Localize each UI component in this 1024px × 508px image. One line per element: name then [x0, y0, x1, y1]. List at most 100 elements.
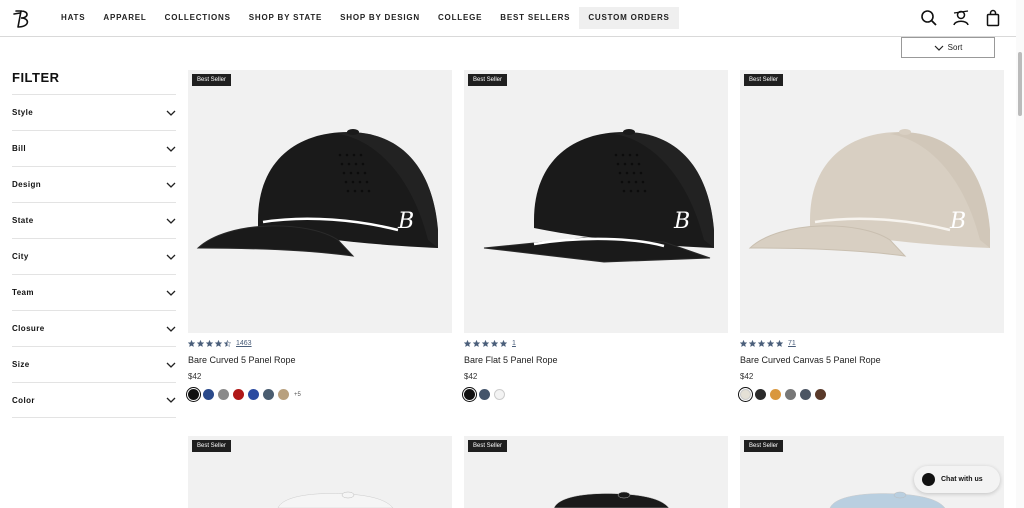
product-image[interactable]: B Best Seller	[188, 70, 452, 333]
filter-state[interactable]: State	[12, 202, 176, 238]
color-swatch[interactable]	[479, 389, 490, 400]
bag-icon[interactable]	[984, 9, 1002, 27]
filter-design[interactable]: Design	[12, 166, 176, 202]
filter-label: Bill	[12, 144, 27, 153]
page-scrollbar[interactable]	[1016, 0, 1024, 508]
color-swatch[interactable]	[785, 389, 796, 400]
nav-item-apparel[interactable]: APPAREL	[94, 7, 155, 29]
chevron-down-icon	[166, 182, 176, 188]
svg-text:B: B	[949, 209, 966, 234]
color-swatches: +5	[188, 389, 301, 400]
main-nav: HATS APPAREL COLLECTIONS SHOP BY STATE SHOP …	[52, 7, 679, 29]
product-image[interactable]	[464, 436, 728, 508]
svg-text:B: B	[673, 209, 690, 234]
top-navigation: HATS APPAREL COLLECTIONS SHOP BY STATE SHOP …	[0, 0, 1016, 37]
star-icon	[767, 340, 774, 347]
star-icon	[188, 340, 195, 347]
product-image[interactable]: B Best Seller	[464, 70, 728, 333]
sort-label: Sort	[947, 43, 963, 52]
color-swatch[interactable]	[263, 389, 274, 400]
chevron-down-icon	[166, 218, 176, 224]
scrollbar-thumb[interactable]	[1018, 52, 1022, 116]
color-swatches	[464, 389, 505, 400]
chevron-down-icon	[166, 290, 176, 296]
product-price: $42	[464, 372, 478, 381]
product-card[interactable]: B Best Seller 71 Bare Curved Canvas 5 Panel…	[740, 70, 1004, 400]
color-swatches	[740, 389, 826, 400]
rating-stars: 71	[740, 340, 796, 347]
sort-button[interactable]: Sort	[901, 37, 995, 58]
nav-item-college[interactable]: COLLEGE	[429, 7, 491, 29]
chat-label: Chat with us	[941, 476, 983, 483]
best-seller-badge: Best Seller	[744, 74, 784, 86]
chat-icon	[922, 473, 935, 486]
more-colors[interactable]: +5	[294, 392, 301, 398]
filter-city[interactable]: City	[12, 238, 176, 274]
filter-closure[interactable]: Closure	[12, 310, 176, 346]
product-card[interactable]: Best Seller	[188, 436, 452, 508]
chevron-down-icon	[166, 254, 176, 260]
filter-label: Design	[12, 180, 42, 189]
rating-stars: 1	[464, 340, 516, 347]
product-card[interactable]: Best Seller	[464, 436, 728, 508]
color-swatch[interactable]	[278, 389, 289, 400]
product-image[interactable]	[188, 436, 452, 508]
color-swatch[interactable]	[494, 389, 505, 400]
nav-item-custom-orders[interactable]: CUSTOM ORDERS	[579, 7, 679, 29]
nav-item-collections[interactable]: COLLECTIONS	[156, 7, 240, 29]
star-icon	[197, 340, 204, 347]
review-count[interactable]: 1	[512, 340, 516, 347]
color-swatch[interactable]	[464, 389, 475, 400]
color-swatch[interactable]	[740, 389, 751, 400]
nav-item-shop-by-design[interactable]: SHOP BY DESIGN	[331, 7, 429, 29]
product-name[interactable]: Bare Flat 5 Panel Rope	[464, 355, 558, 365]
review-count[interactable]: 71	[788, 340, 796, 347]
filter-list: Style Bill Design State City Team Closure Size C…	[12, 94, 176, 418]
filter-label: City	[12, 252, 29, 261]
filter-bill[interactable]: Bill	[12, 130, 176, 166]
filter-style[interactable]: Style	[12, 94, 176, 130]
product-price: $42	[740, 372, 754, 381]
color-swatch[interactable]	[218, 389, 229, 400]
color-swatch[interactable]	[755, 389, 766, 400]
color-swatch[interactable]	[815, 389, 826, 400]
product-card[interactable]: B Best Seller 1 Bare Flat 5 Panel Rope $42	[464, 70, 728, 400]
star-icon	[224, 340, 231, 347]
nav-item-hats[interactable]: HATS	[52, 7, 94, 29]
chevron-down-icon	[166, 326, 176, 332]
header-actions	[920, 9, 1002, 27]
color-swatch[interactable]	[770, 389, 781, 400]
review-count[interactable]: 1463	[236, 340, 252, 347]
svg-text:B: B	[397, 209, 414, 234]
product-card[interactable]: B Best Seller 1463 Bare Curved 5 Panel Rope…	[188, 70, 452, 400]
brand-logo-icon[interactable]	[12, 8, 34, 30]
color-swatch[interactable]	[203, 389, 214, 400]
star-icon	[206, 340, 213, 347]
search-icon[interactable]	[920, 9, 938, 27]
chevron-down-icon	[934, 45, 944, 51]
nav-item-shop-by-state[interactable]: SHOP BY STATE	[240, 7, 331, 29]
chat-button[interactable]: Chat with us	[914, 466, 1000, 493]
chevron-down-icon	[166, 397, 176, 403]
product-image[interactable]: B Best Seller	[740, 70, 1004, 333]
color-swatch[interactable]	[233, 389, 244, 400]
account-icon[interactable]	[952, 9, 970, 27]
star-icon	[776, 340, 783, 347]
best-seller-badge: Best Seller	[468, 74, 508, 86]
color-swatch[interactable]	[800, 389, 811, 400]
color-swatch[interactable]	[248, 389, 259, 400]
filter-label: Closure	[12, 324, 45, 333]
star-icon	[740, 340, 747, 347]
filter-label: Team	[12, 288, 34, 297]
filter-size[interactable]: Size	[12, 346, 176, 382]
product-name[interactable]: Bare Curved 5 Panel Rope	[188, 355, 296, 365]
filter-team[interactable]: Team	[12, 274, 176, 310]
star-icon	[473, 340, 480, 347]
best-seller-badge: Best Seller	[192, 74, 232, 86]
chevron-down-icon	[166, 362, 176, 368]
filter-color[interactable]: Color	[12, 382, 176, 418]
chevron-down-icon	[166, 110, 176, 116]
color-swatch[interactable]	[188, 389, 199, 400]
nav-item-best-sellers[interactable]: BEST SELLERS	[491, 7, 579, 29]
product-name[interactable]: Bare Curved Canvas 5 Panel Rope	[740, 355, 881, 365]
